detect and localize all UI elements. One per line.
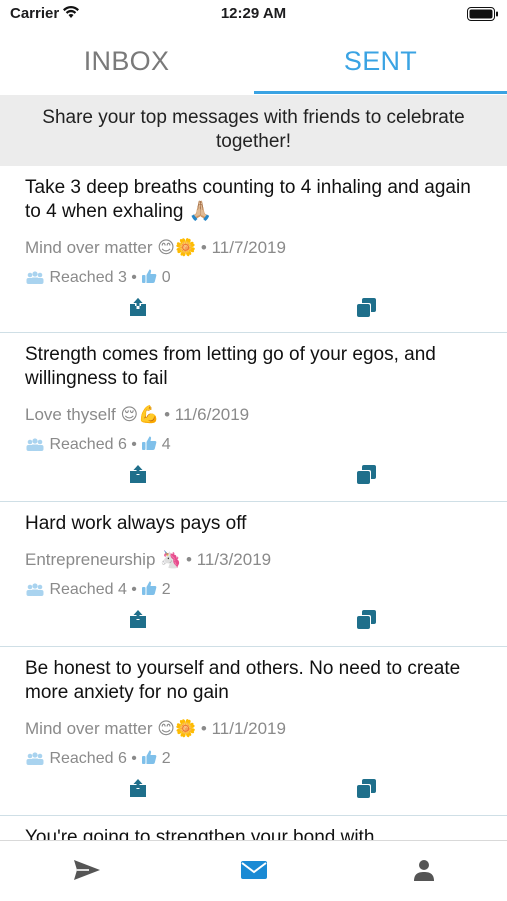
reached-count: Reached 4 <box>49 581 127 598</box>
tab-sent[interactable]: SENT <box>254 30 507 93</box>
message-date: 11/1/2019 <box>211 719 286 738</box>
message-card: Hard work always pays off Entrepreneursh… <box>0 502 507 647</box>
people-icon <box>26 438 44 451</box>
card-actions <box>0 770 507 810</box>
message-date: 11/6/2019 <box>174 405 250 424</box>
message-meta: Mind over matter 😊🌼 • 11/7/2019 <box>25 235 481 261</box>
copy-icon[interactable] <box>355 778 377 800</box>
meta-separator: • <box>200 719 212 738</box>
reached-count: Reached 3 <box>49 269 127 286</box>
message-meta: Love thyself 😌💪 • 11/6/2019 <box>25 402 481 428</box>
reached-count: Reached 6 <box>49 750 127 767</box>
thumbs-up-icon <box>142 436 157 450</box>
card-actions <box>0 289 507 329</box>
message-date: 11/7/2019 <box>211 238 286 257</box>
tab-inbox[interactable]: INBOX <box>0 30 253 93</box>
category-label: Love thyself 😌💪 <box>25 405 160 424</box>
bottom-tab-bar <box>0 840 507 901</box>
copy-icon[interactable] <box>355 297 377 319</box>
stat-separator: • <box>131 581 142 598</box>
sent-message-list[interactable]: Take 3 deep breaths counting to 4 inhali… <box>0 166 507 840</box>
category-label: Mind over matter 😊🌼 <box>25 719 197 738</box>
thumbs-up-icon <box>142 581 157 595</box>
message-date: 11/3/2019 <box>196 550 272 569</box>
battery-icon <box>467 7 498 21</box>
status-bar: Carrier 12:29 AM <box>0 0 507 30</box>
stat-separator: • <box>131 750 142 767</box>
thumbs-up-icon <box>142 269 157 283</box>
people-icon <box>26 752 44 765</box>
message-text: Take 3 deep breaths counting to 4 inhali… <box>25 177 471 222</box>
like-count: 4 <box>161 436 171 453</box>
reach-stats: Reached 6 • 4 <box>25 434 481 456</box>
card-actions <box>0 456 507 496</box>
like-count: 2 <box>161 750 171 767</box>
share-banner: Share your top messages with friends to … <box>0 95 507 166</box>
copy-icon[interactable] <box>355 609 377 631</box>
people-icon <box>26 583 44 596</box>
message-card: Be honest to yourself and others. No nee… <box>0 647 507 816</box>
copy-icon[interactable] <box>355 464 377 486</box>
person-icon[interactable] <box>404 855 444 885</box>
meta-separator: • <box>164 405 175 424</box>
tab-indicator <box>254 91 507 94</box>
category-label: Entrepreneurship 🦄 <box>25 550 182 569</box>
message-text: Strength comes from letting go of your e… <box>25 344 436 389</box>
segment-tabs: INBOX SENT <box>0 30 507 95</box>
message-text-partial: You're going to strengthen your bond wit… <box>25 827 375 840</box>
meta-separator: • <box>186 550 197 569</box>
reach-stats: Reached 3 • 0 <box>25 267 481 289</box>
message-card: Take 3 deep breaths counting to 4 inhali… <box>0 166 507 333</box>
share-icon[interactable] <box>128 464 148 484</box>
message-card: Strength comes from letting go of your e… <box>0 333 507 502</box>
stat-separator: • <box>131 269 142 286</box>
stat-separator: • <box>131 436 142 453</box>
status-time: 12:29 AM <box>220 5 287 22</box>
message-meta: Mind over matter 😊🌼 • 11/1/2019 <box>25 716 481 742</box>
card-actions <box>0 601 507 641</box>
meta-separator: • <box>200 238 212 257</box>
share-icon[interactable] <box>128 297 148 317</box>
reach-stats: Reached 4 • 2 <box>25 579 481 601</box>
like-count: 2 <box>161 581 171 598</box>
thumbs-up-icon <box>142 750 157 764</box>
message-text: Hard work always pays off <box>25 513 247 534</box>
share-icon[interactable] <box>128 609 148 629</box>
reached-count: Reached 6 <box>49 436 127 453</box>
mail-icon[interactable] <box>234 855 274 885</box>
reach-stats: Reached 6 • 2 <box>25 748 481 770</box>
message-meta: Entrepreneurship 🦄 • 11/3/2019 <box>25 547 481 573</box>
send-icon[interactable] <box>67 855 107 885</box>
category-label: Mind over matter 😊🌼 <box>25 238 197 257</box>
like-count: 0 <box>161 269 171 286</box>
people-icon <box>26 271 44 284</box>
message-text: Be honest to yourself and others. No nee… <box>25 658 461 703</box>
share-icon[interactable] <box>128 778 148 798</box>
